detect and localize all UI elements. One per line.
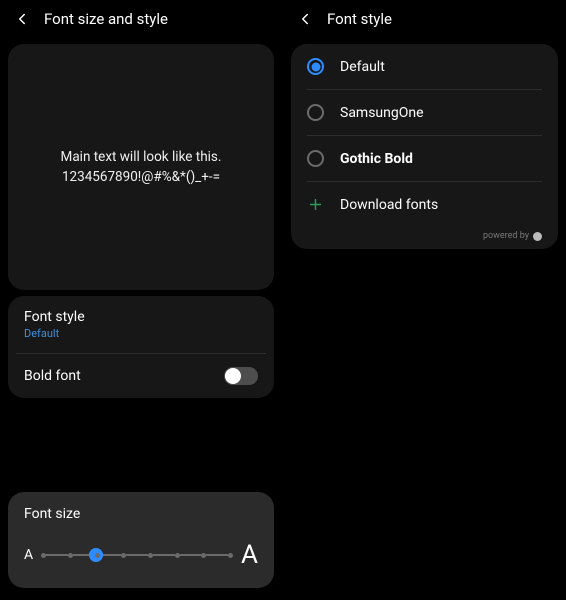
font-size-and-style-screen: Font size and style Main text will look … bbox=[0, 0, 283, 600]
chevron-left-icon bbox=[296, 10, 314, 28]
slider-tick bbox=[41, 553, 46, 558]
font-size-slider-row: A A bbox=[24, 540, 258, 570]
slider-segment bbox=[206, 554, 228, 556]
slider-tick bbox=[95, 553, 100, 558]
small-a-icon: A bbox=[24, 547, 33, 563]
slider-tick bbox=[201, 553, 206, 558]
font-size-slider[interactable] bbox=[41, 545, 233, 565]
bold-font-label: Bold font bbox=[24, 368, 81, 384]
font-style-screen: Font style Default SamsungOne Gothic Bold … bbox=[283, 0, 566, 600]
preview-line-1: Main text will look like this. bbox=[61, 147, 222, 167]
radio-icon[interactable] bbox=[307, 150, 324, 167]
bold-font-toggle[interactable] bbox=[224, 367, 258, 385]
slider-segment bbox=[180, 554, 202, 556]
font-option-label: SamsungOne bbox=[340, 105, 424, 121]
font-preview-card: Main text will look like this. 123456789… bbox=[8, 44, 274, 290]
slider-tick bbox=[121, 553, 126, 558]
font-option-row[interactable]: Default bbox=[291, 44, 558, 89]
header: Font size and style bbox=[0, 0, 282, 38]
toggle-knob bbox=[225, 368, 241, 384]
back-button[interactable] bbox=[293, 7, 317, 31]
font-style-labels: Font style Default bbox=[24, 309, 85, 340]
slider-tick bbox=[175, 553, 180, 558]
font-options-card: Default SamsungOne Gothic Bold Download fo… bbox=[291, 44, 558, 249]
slider-tick bbox=[228, 553, 233, 558]
font-option-label: Gothic Bold bbox=[340, 151, 413, 167]
font-option-label: Default bbox=[340, 59, 385, 75]
powered-by-label: powered by bbox=[483, 231, 529, 241]
powered-by-logo-icon bbox=[533, 232, 542, 241]
page-title: Font size and style bbox=[44, 10, 168, 28]
download-fonts-label: Download fonts bbox=[340, 197, 438, 213]
radio-icon[interactable] bbox=[307, 58, 324, 75]
chevron-left-icon bbox=[13, 10, 31, 28]
font-style-value: Default bbox=[24, 327, 85, 340]
font-option-row[interactable]: SamsungOne bbox=[307, 89, 542, 135]
font-style-row[interactable]: Font style Default bbox=[8, 296, 274, 353]
preview-text: Main text will look like this. 123456789… bbox=[61, 147, 222, 188]
large-a-icon: A bbox=[241, 540, 258, 570]
plus-icon bbox=[307, 196, 324, 213]
slider-segment bbox=[126, 554, 148, 556]
slider-segment bbox=[46, 554, 68, 556]
font-option-row[interactable]: Gothic Bold bbox=[307, 135, 542, 181]
font-size-label: Font size bbox=[24, 506, 258, 522]
font-size-card: Font size A A bbox=[8, 492, 274, 588]
slider-track-line bbox=[41, 554, 233, 556]
powered-by: powered by bbox=[291, 227, 558, 249]
back-button[interactable] bbox=[10, 7, 34, 31]
bold-font-row[interactable]: Bold font bbox=[16, 353, 266, 398]
header: Font style bbox=[283, 0, 566, 38]
font-style-card: Font style Default Bold font bbox=[8, 296, 274, 398]
slider-tick bbox=[68, 553, 73, 558]
download-fonts-row[interactable]: Download fonts bbox=[307, 181, 542, 227]
preview-line-2: 1234567890!@#%&*()_+-= bbox=[61, 167, 222, 187]
slider-segment bbox=[153, 554, 175, 556]
radio-icon[interactable] bbox=[307, 104, 324, 121]
page-title: Font style bbox=[327, 10, 392, 28]
font-style-label: Font style bbox=[24, 309, 85, 325]
slider-tick bbox=[148, 553, 153, 558]
